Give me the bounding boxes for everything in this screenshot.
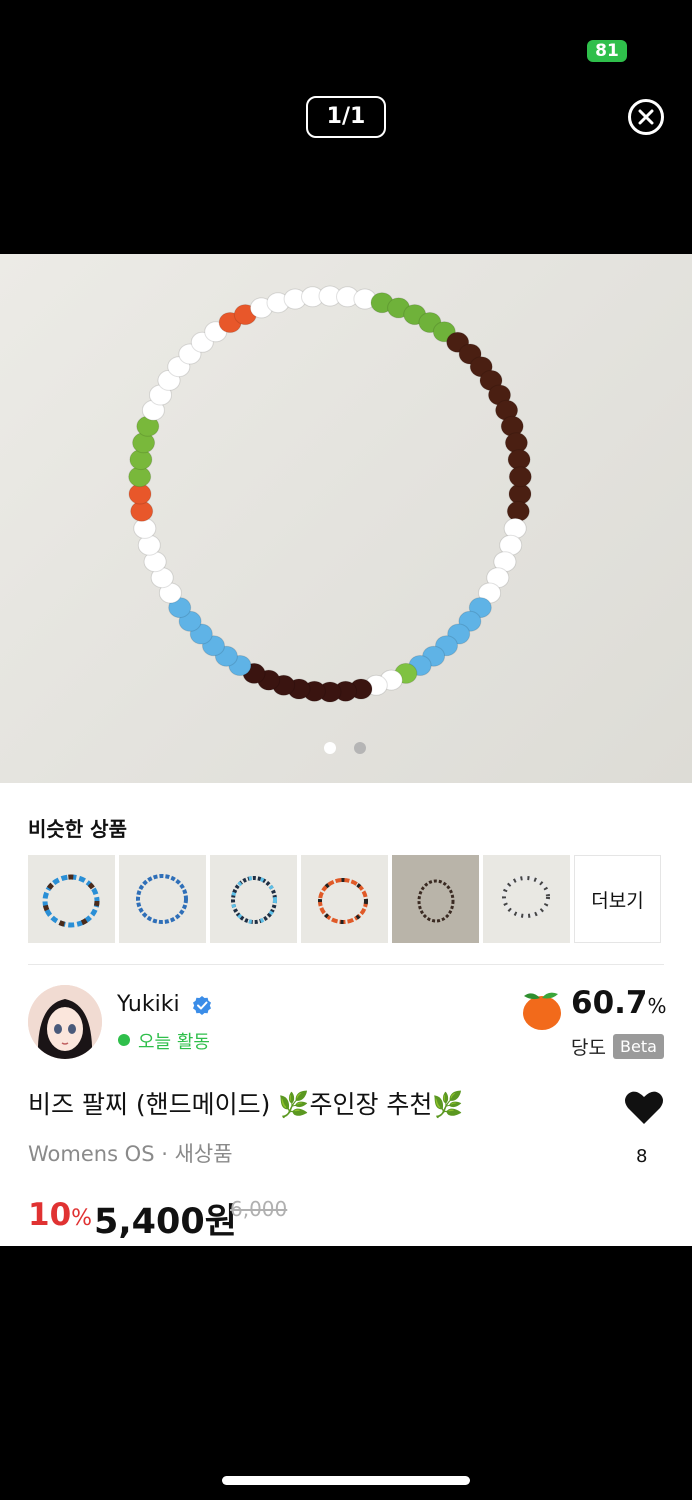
similar-product-thumb[interactable] [483,855,570,943]
product-meta: Womens OS · 새상품 [28,1142,233,1166]
sale-price: 5,400원 [94,1202,237,1242]
bead [508,466,532,488]
peach-icon [523,992,561,1030]
seller-activity: 오늘 활동 [138,1032,210,1053]
similar-products-list: 더보기 [28,855,661,943]
similar-product-thumb[interactable] [301,855,388,943]
image-counter: 1/1 [306,96,386,138]
close-button[interactable] [628,99,664,135]
sweetness-score: 60.7% [571,985,667,1021]
similar-product-thumb[interactable] [119,855,206,943]
battery-level: 81 [595,41,619,61]
online-status-dot [118,1034,130,1046]
verified-badge-icon [193,996,211,1015]
bracelet-thumb-image [231,876,277,924]
similar-products-title: 비슷한 상품 [28,817,127,841]
similar-product-thumb[interactable] [28,855,115,943]
bracelet-image [128,285,532,703]
product-title: 비즈 팔찌 (핸드메이드) 🌿주인장 추천🌿 [28,1090,464,1119]
home-indicator[interactable] [222,1476,470,1485]
discount-unit: % [71,1206,93,1231]
close-icon [638,109,654,125]
product-info-card: 비슷한 상품 더보기 Yukiki 오늘 활동 60.7% 당도 Beta 비즈… [0,783,692,1246]
bracelet-thumb-image [318,878,368,924]
bracelet-thumb-image [417,879,455,923]
screen: 81 1/1 비슷한 상품 더보기 Yukiki 오늘 활동 60.7% 당도 … [0,0,692,1500]
pagination-dot[interactable] [354,742,366,754]
product-photo[interactable] [0,254,692,783]
pagination-dot-active[interactable] [324,742,336,754]
seller-name[interactable]: Yukiki [117,992,180,1017]
bracelet-thumb-image [502,876,550,918]
battery-indicator: 81 [587,40,627,62]
discount-value: 10 [28,1197,72,1233]
bracelet-thumb-image [42,874,100,928]
discount-rate: 10% [28,1197,92,1233]
sweetness-label: 당도 [571,1037,606,1059]
beta-badge: Beta [613,1034,664,1059]
original-price: 6,000 [230,1197,288,1221]
similar-product-thumb[interactable] [210,855,297,943]
pagination-dots [324,742,366,754]
similar-product-thumb[interactable] [392,855,479,943]
see-more-button[interactable]: 더보기 [574,855,661,943]
bracelet-thumb-image [136,874,188,924]
divider [28,964,664,965]
avatar-image [28,985,102,1059]
heart-icon[interactable] [624,1089,664,1125]
like-count: 8 [636,1146,648,1167]
sweetness-unit: % [647,994,667,1018]
sweetness-value: 60.7 [571,985,648,1021]
seller-avatar[interactable] [28,985,102,1059]
